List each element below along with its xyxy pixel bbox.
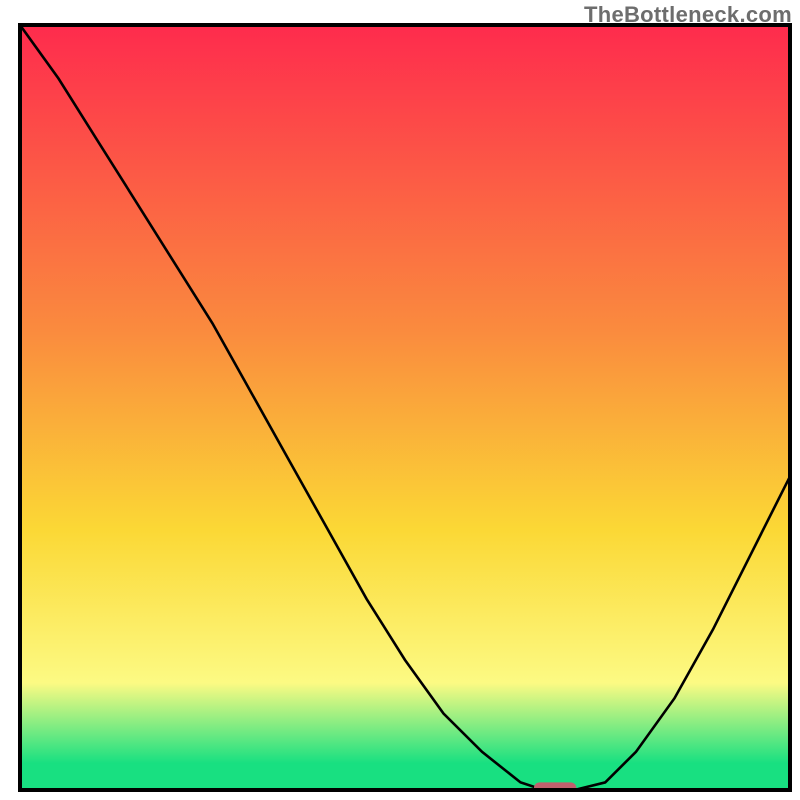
chart-stage: TheBottleneck.com bbox=[0, 0, 800, 800]
green-band bbox=[20, 763, 790, 790]
gradient-background bbox=[20, 25, 790, 790]
plot-area bbox=[20, 25, 790, 793]
bottleneck-chart bbox=[0, 0, 800, 800]
watermark-text: TheBottleneck.com bbox=[584, 2, 792, 28]
